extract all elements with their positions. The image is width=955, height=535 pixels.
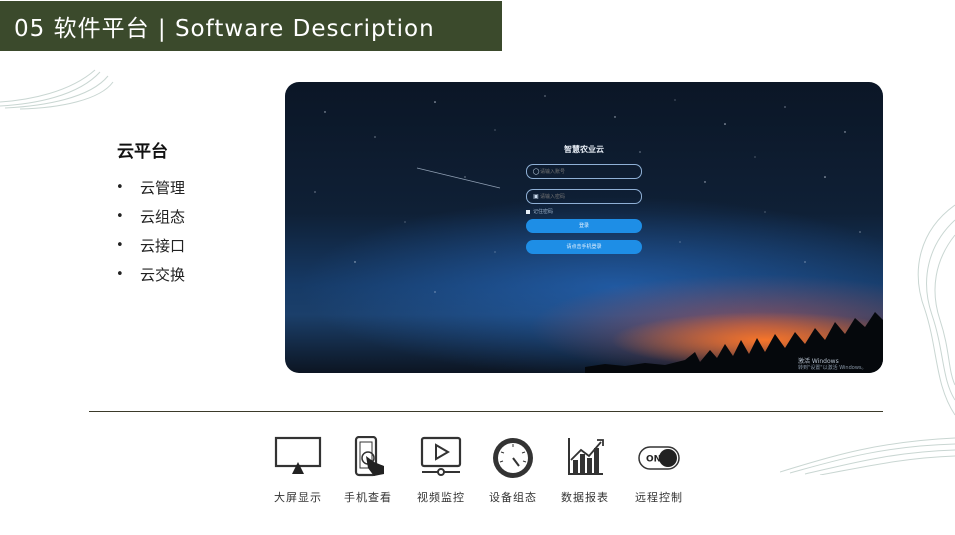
lock-icon: ▣: [533, 193, 539, 200]
phone-touch-icon: [354, 436, 384, 477]
mobile-login-button[interactable]: 请点击手机登录: [526, 240, 642, 254]
feature-label: 数据报表: [561, 491, 609, 504]
divider-line: [89, 411, 883, 412]
username-input[interactable]: [540, 166, 635, 177]
user-icon: ◯: [532, 168, 540, 175]
bullet-text: 云组态: [140, 208, 186, 226]
toggle-switch-icon: ON: [638, 446, 680, 470]
wave-decoration-top-left: [0, 69, 114, 110]
bullet-item: • 云接口: [116, 234, 185, 263]
wave-decoration-bottom-right: [780, 437, 955, 475]
bar-chart-icon: [568, 438, 604, 475]
watermark-line2: 转到"设置"以激活 Windows。: [798, 365, 867, 371]
feature-device-config: 设备组态: [477, 436, 549, 505]
feature-label: 手机查看: [344, 491, 392, 504]
bullet-text: 云管理: [140, 179, 186, 197]
bullet-item: • 云组态: [116, 205, 185, 234]
section-title: 云平台: [117, 142, 168, 162]
feature-video-monitoring: 视频监控: [405, 436, 477, 505]
page-title: 05 软件平台 | Software Description: [14, 16, 435, 42]
feature-label: 大屏显示: [274, 491, 322, 504]
feature-label: 远程控制: [635, 491, 683, 504]
password-input[interactable]: [540, 191, 635, 202]
login-panel: 智慧农业云 ◯ ▣ 记住密码 登录 请点击手机登录: [526, 144, 642, 261]
feature-data-report: 数据报表: [549, 436, 621, 505]
username-field[interactable]: ◯: [526, 164, 642, 179]
bullet-item: • 云交换: [116, 263, 185, 292]
toggle-on-label: ON: [646, 455, 661, 465]
dial-gauge-icon: [493, 438, 533, 478]
feature-large-screen: 大屏显示: [262, 436, 334, 505]
windows-activation-watermark: 激活 Windows 转到"设置"以激活 Windows。: [798, 358, 867, 372]
monitor-icon: [274, 436, 322, 474]
title-banner: 05 软件平台 | Software Description: [0, 1, 502, 51]
video-play-icon: [420, 436, 462, 476]
feature-remote-control: ON 远程控制: [623, 436, 695, 505]
watermark-line1: 激活 Windows: [798, 358, 839, 365]
login-screenshot: 智慧农业云 ◯ ▣ 记住密码 登录 请点击手机登录 激活 Windows 转到"…: [285, 82, 883, 373]
remember-password[interactable]: 记住密码: [526, 208, 642, 215]
feature-bullet-list: • 云管理 • 云组态 • 云接口 • 云交换: [116, 176, 185, 292]
remember-label: 记住密码: [533, 209, 554, 215]
login-title: 智慧农业云: [564, 145, 604, 154]
login-button[interactable]: 登录: [526, 219, 642, 233]
remember-checkbox[interactable]: [526, 209, 530, 214]
password-field[interactable]: ▣: [526, 189, 642, 204]
feature-mobile-view: 手机查看: [332, 436, 404, 505]
bullet-text: 云接口: [140, 237, 186, 255]
feature-label: 视频监控: [417, 491, 465, 504]
wave-decoration-right: [917, 204, 955, 416]
bullet-text: 云交换: [140, 266, 186, 284]
bullet-item: • 云管理: [116, 176, 185, 205]
feature-label: 设备组态: [489, 491, 537, 504]
